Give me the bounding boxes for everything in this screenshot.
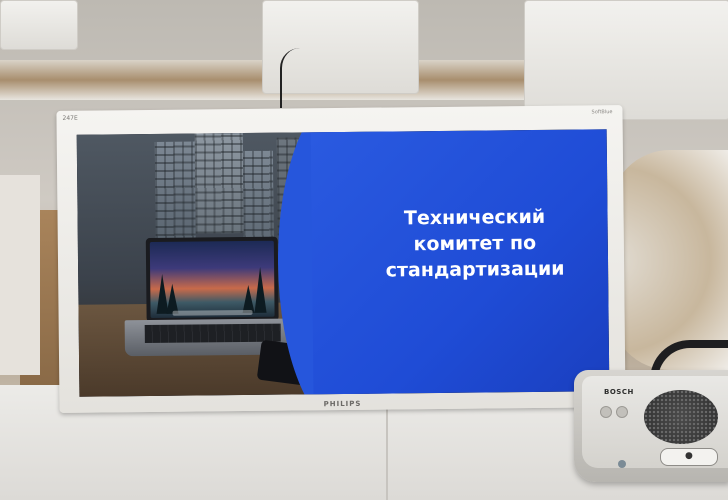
- monitor-tag-label: SoftBlue: [591, 109, 613, 116]
- monitor-screen: Технический комитет по стандартизации: [76, 129, 610, 397]
- laptop-wallpaper: [149, 240, 275, 318]
- main-monitor: 247E SoftBlue Технический комитет по ста…: [56, 105, 626, 413]
- background-monitor-left: [0, 0, 78, 50]
- laptop: [145, 236, 279, 323]
- building: [194, 133, 244, 234]
- keyboard: [144, 323, 281, 344]
- monitor-model-label: 247E: [62, 114, 78, 122]
- desk-side-left: [0, 175, 40, 375]
- speaker-grille: [644, 390, 718, 444]
- laptop-dock: [172, 309, 253, 316]
- microphone-panel: BOSCH ●: [582, 376, 728, 468]
- monitor-cable: [280, 48, 312, 108]
- building: [154, 141, 196, 252]
- person-speak-icon: ●: [685, 451, 693, 461]
- microphone-brand: BOSCH: [604, 388, 634, 396]
- microphone-base: BOSCH ●: [574, 370, 728, 482]
- background-monitor-right: [524, 0, 728, 120]
- manufacturer-logo-icon: [618, 460, 626, 468]
- volume-up-button[interactable]: [616, 406, 628, 418]
- photo-scene: 247E SoftBlue Технический комитет по ста…: [0, 0, 728, 500]
- round-table-edge: [610, 150, 728, 370]
- volume-down-button[interactable]: [600, 406, 612, 418]
- talk-button[interactable]: ●: [660, 448, 718, 466]
- slide-title: Технический комитет по стандартизации: [385, 205, 565, 282]
